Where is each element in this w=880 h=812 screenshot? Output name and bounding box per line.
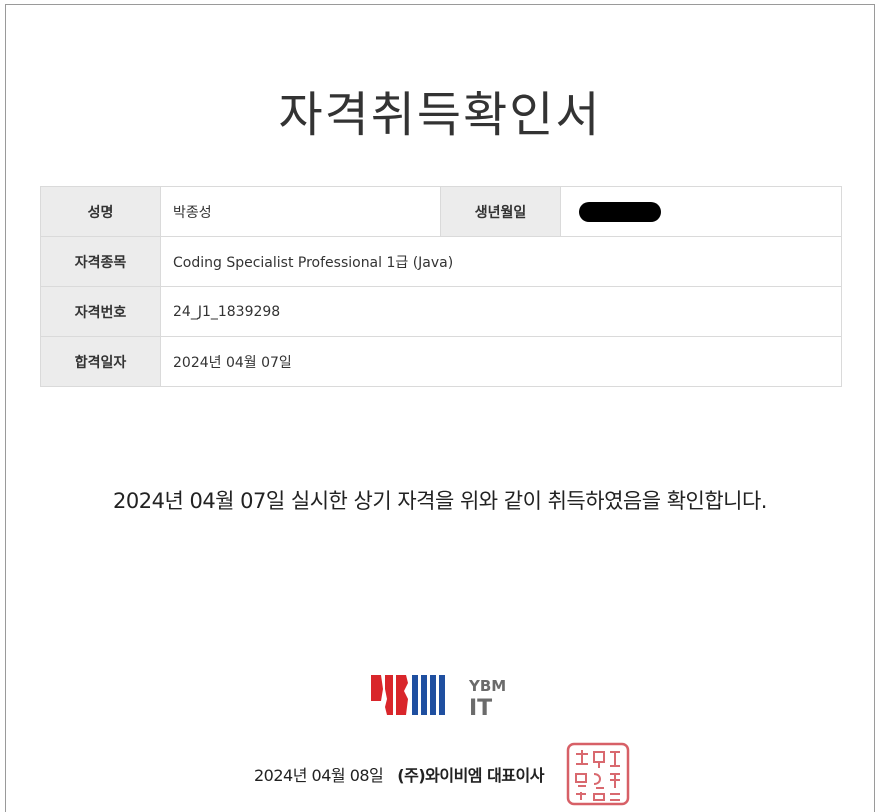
logo-blue-mark <box>412 675 445 715</box>
issue-date: 2024년 04월 08일 <box>254 766 384 785</box>
logo-text-it: IT <box>469 696 492 721</box>
pass-label: 합격일자 <box>40 336 161 387</box>
confirmation-statement: 2024년 04월 07일 실시한 상기 자격을 위와 같이 취득하였음을 확인… <box>113 489 767 513</box>
redacted-birthdate <box>579 201 661 222</box>
table-row: 합격일자 2024년 04월 07일 <box>40 336 842 387</box>
cert-label: 자격종목 <box>40 236 161 287</box>
logo-red-mark <box>371 675 408 715</box>
document-title: 자격취득확인서 <box>278 87 602 143</box>
issuer-footer: 2024년 04월 08일 (주)와이비엠 대표이사 <box>254 761 544 787</box>
company-seal-stamp <box>566 742 630 806</box>
table-row: 자격번호 24_J1_1839298 <box>40 286 842 337</box>
number-value: 24_J1_1839298 <box>160 286 842 337</box>
certificate-page: 자격취득확인서 성명 박종성 생년월일 자격종목 Coding Speciali… <box>5 4 875 812</box>
table-row: 자격종목 Coding Specialist Professional 1급 (… <box>40 236 842 287</box>
info-table: 성명 박종성 생년월일 자격종목 Coding Specialist Profe… <box>40 186 842 387</box>
cert-value: Coding Specialist Professional 1급 (Java) <box>160 236 842 287</box>
number-label: 자격번호 <box>40 286 161 337</box>
pass-value: 2024년 04월 07일 <box>160 336 842 387</box>
ybm-it-logo: YBM IT <box>371 675 506 721</box>
birth-value <box>560 186 842 237</box>
birth-label: 생년월일 <box>440 186 561 237</box>
logo-text-ybm: YBM <box>468 677 506 695</box>
table-row: 성명 박종성 생년월일 <box>40 186 842 237</box>
name-label: 성명 <box>40 186 161 237</box>
issuer-name: (주)와이비엠 대표이사 <box>397 766 544 785</box>
name-value: 박종성 <box>160 186 441 237</box>
